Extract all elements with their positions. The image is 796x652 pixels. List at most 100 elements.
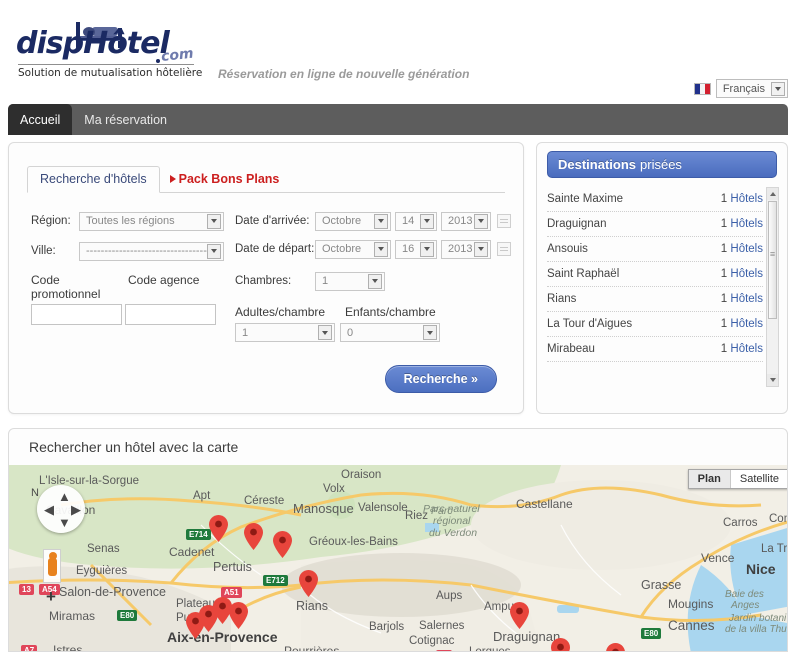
language-selector[interactable]: Français [693, 79, 788, 98]
map-zoom-in-button[interactable]: + [46, 587, 60, 607]
destination-count[interactable]: 1 Hôtels [721, 193, 763, 205]
label-region: Région: [31, 215, 71, 227]
destination-count[interactable]: 1 Hôtels [721, 243, 763, 255]
map-place-label: Gréoux-les-Bains [309, 536, 398, 548]
map-place-label: Miramas [49, 609, 96, 623]
scrollbar-thumb[interactable] [768, 201, 777, 319]
pan-left-icon[interactable]: ◀ [44, 502, 54, 518]
depart-month-value: Octobre [322, 243, 362, 255]
map-place-label: Carros [723, 517, 758, 529]
chevron-down-icon [423, 325, 437, 340]
map-marker-pin-icon[interactable] [186, 612, 205, 639]
language-value: Français [722, 82, 765, 95]
pegman-icon[interactable] [43, 549, 61, 583]
logo-text: dispHôtel [16, 26, 170, 61]
destination-count[interactable]: 1 Hôtels [721, 293, 763, 305]
map-section-title: Rechercher un hôtel avec la carte [29, 439, 239, 455]
destination-count[interactable]: 1 Hôtels [721, 218, 763, 230]
chevron-down-icon [374, 213, 388, 229]
list-item[interactable]: Ansouis 1 Hôtels [547, 237, 763, 262]
chevron-down-icon [420, 241, 434, 257]
arrivee-day-select[interactable]: 14 [395, 211, 437, 231]
label-code-promotionnel: Code promotionnel [31, 273, 101, 301]
chevron-down-icon[interactable] [771, 81, 785, 96]
map-place-label: Cont [769, 513, 787, 525]
chevron-down-icon [420, 213, 434, 229]
pan-down-icon[interactable]: ▼ [58, 515, 71, 530]
pan-up-icon[interactable]: ▲ [58, 489, 71, 504]
map-pan-control[interactable]: ▲ ▼ ◀ ▶ [37, 485, 85, 533]
depart-month-select[interactable]: Octobre [315, 239, 391, 259]
tab-pack-bons-plans[interactable]: Pack Bons Plans [160, 167, 290, 192]
map-place-label: Grasse [641, 578, 682, 592]
map-marker-pin-icon[interactable] [510, 602, 529, 629]
scroll-up-icon[interactable] [767, 188, 778, 200]
map-marker-pin-icon[interactable] [229, 602, 248, 629]
scroll-down-icon[interactable] [767, 374, 778, 386]
enfants-select[interactable]: 0 [340, 323, 440, 342]
region-value: Toutes les régions [86, 215, 175, 227]
list-item[interactable]: Draguignan 1 Hôtels [547, 212, 763, 237]
ville-select[interactable]: ----------------------------------- [79, 241, 224, 261]
destination-count[interactable]: 1 Hôtels [721, 318, 763, 330]
map-type-plan[interactable]: Plan [688, 470, 730, 488]
calendar-icon[interactable] [497, 214, 511, 228]
map-place-label: Salon-de-Provence [59, 585, 167, 599]
destination-count[interactable]: 1 Hôtels [721, 343, 763, 355]
list-item[interactable]: La Tour d'Aigues 1 Hôtels [547, 312, 763, 337]
region-select[interactable]: Toutes les régions [79, 211, 224, 231]
arrivee-month-select[interactable]: Octobre [315, 211, 391, 231]
map-marker-pin-icon[interactable] [551, 638, 570, 651]
chambres-select[interactable]: 1 [315, 271, 385, 291]
map-marker-pin-icon[interactable] [606, 643, 625, 651]
ville-value: ----------------------------------- [86, 245, 207, 257]
chevron-down-icon [474, 241, 488, 257]
map-type-satellite[interactable]: Satellite [729, 470, 787, 488]
page-header: dispHôtel com Solution de mutualisation … [0, 0, 796, 105]
site-logo[interactable]: dispHôtel com Solution de mutualisation … [16, 12, 216, 79]
arrivee-year-value: 2013 [448, 215, 473, 227]
map-place-label: Céreste [244, 495, 285, 507]
map-marker-pin-icon[interactable] [273, 531, 292, 558]
search-submit-button[interactable]: Recherche » [384, 365, 497, 393]
destination-name: Ansouis [547, 243, 588, 255]
pan-right-icon[interactable]: ▶ [71, 502, 81, 518]
code-promotionnel-input[interactable] [31, 304, 122, 325]
chevron-down-icon [474, 213, 488, 229]
map-marker-pin-icon[interactable] [209, 515, 228, 542]
nav-item-ma-reservation[interactable]: Ma réservation [72, 104, 179, 135]
calendar-icon[interactable] [497, 242, 511, 256]
map-marker-pin-icon[interactable] [244, 523, 263, 550]
chevron-down-icon [207, 213, 221, 229]
destinations-scrollbar[interactable] [766, 187, 779, 387]
language-dropdown[interactable]: Français [715, 79, 788, 98]
code-agence-input[interactable] [125, 304, 216, 325]
arrivee-year-select[interactable]: 2013 [441, 211, 491, 231]
depart-day-select[interactable]: 16 [395, 239, 437, 259]
map-canvas[interactable]: L'Isle-sur-la-Sorgue Apt Céreste Oraison Vol… [9, 465, 788, 652]
play-triangle-icon [169, 175, 176, 183]
map-place-label: Senas [87, 543, 120, 555]
road-shield-icon: A7 [21, 645, 38, 651]
map-place-label: Lorques [469, 646, 511, 652]
road-shield-icon: E80 [117, 610, 138, 621]
road-shield-icon: E80 [641, 628, 662, 639]
search-panel: Recherche d'hôtels Pack Bons Plans Régio… [8, 142, 524, 414]
map-place-label: La Tri [761, 543, 788, 555]
map-place-label: Baie des [725, 589, 764, 600]
page-root: dispHôtel com Solution de mutualisation … [0, 0, 796, 652]
destination-count[interactable]: 1 Hôtels [721, 268, 763, 280]
list-item[interactable]: Sainte Maxime 1 Hôtels [547, 187, 763, 212]
nav-item-accueil[interactable]: Accueil [8, 104, 73, 135]
depart-year-select[interactable]: 2013 [441, 239, 491, 259]
map-marker-pin-icon[interactable] [299, 570, 318, 597]
list-item[interactable]: Mirabeau 1 Hôtels [547, 337, 763, 362]
chevron-down-icon [207, 243, 221, 259]
map-place-label: Cotignac [409, 635, 455, 647]
list-item[interactable]: Rians 1 Hôtels [547, 287, 763, 312]
map-place-label: Manosque [293, 501, 354, 516]
tab-recherche-hotels[interactable]: Recherche d'hôtels [27, 166, 160, 193]
adultes-select[interactable]: 1 [235, 323, 335, 342]
list-item[interactable]: Saint Raphaël 1 Hôtels [547, 262, 763, 287]
arrivee-month-value: Octobre [322, 215, 362, 227]
